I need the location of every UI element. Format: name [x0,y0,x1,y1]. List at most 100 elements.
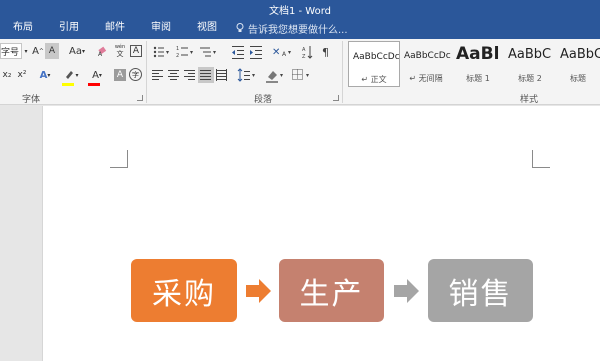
distributed-icon[interactable] [216,69,227,81]
style-no-spacing[interactable]: AaBbCcDc ↵ 无间隔 [400,41,452,87]
svg-text:▾: ▾ [166,49,169,56]
bullets-icon[interactable]: ▾ [153,46,169,58]
numbering-icon[interactable]: 12 ▾ [176,46,193,59]
character-border-button[interactable]: A [130,45,142,57]
shrink-font-label: A [48,46,56,56]
style-sample: AaBbCcDc [353,52,399,62]
character-shading-label: A [116,70,124,80]
align-center-icon[interactable] [168,70,179,80]
document-gutter [0,106,42,361]
clear-formatting-button[interactable]: A [96,43,110,59]
phonetic-char-icon: 文 [116,50,124,58]
tab-references[interactable]: 引用 [46,18,92,38]
svg-text:Z: Z [302,54,306,60]
superscript-button[interactable]: x² [15,67,29,83]
svg-text:▾: ▾ [306,72,309,79]
group-divider [342,41,343,103]
style-sample: AaBl [456,44,500,64]
svg-text:2: 2 [176,53,179,59]
chevron-down-icon: ▾ [81,47,85,55]
font-dialog-launcher-icon[interactable] [137,95,143,101]
eraser-icon: A [98,46,107,57]
chevron-down-icon: ▾ [98,71,102,79]
tab-layout[interactable]: 布局 [0,18,46,38]
svg-text:▾: ▾ [213,49,216,56]
subscript-label: x₂ [2,70,12,80]
svg-text:▾: ▾ [288,49,291,56]
style-name: 标题 1 [466,74,490,83]
tab-mailings[interactable]: 邮件 [92,18,138,38]
borders-icon[interactable]: ▾ [292,69,310,80]
subscript-button[interactable]: x₂ [0,67,14,83]
style-title[interactable]: AaBbC 标题 [556,41,600,87]
tab-view[interactable]: 视图 [184,18,230,38]
justify-pressed-bg [198,67,214,83]
font-size-dropdown-icon[interactable]: ▾ [22,43,30,59]
style-heading-2[interactable]: AaBbC 标题 2 [504,41,556,87]
phonetic-guide-button[interactable]: wén 文 [112,43,128,59]
margin-corner-top-left [110,150,128,168]
paragraph-dialog-launcher-icon[interactable] [333,95,339,101]
style-name: ↵ 无间隔 [409,74,443,83]
tab-review[interactable]: 审阅 [138,18,184,38]
font-color-button[interactable]: A ▾ [86,67,108,83]
chinese-layout-icon[interactable]: ✕ A ▾ [272,47,291,58]
document-page[interactable] [42,106,600,361]
svg-text:▾: ▾ [252,72,255,79]
change-case-label: Aa [69,45,82,57]
text-effects-button[interactable]: A ▾ [36,67,54,83]
font-size-combo[interactable]: 字号 [0,43,22,59]
process-step-1-label: 采购 [152,276,216,312]
style-sample: AaBbC [560,47,600,62]
process-step-2[interactable]: 生产 [279,259,384,322]
shrink-font-button[interactable]: A [45,43,59,59]
font-color-swatch [88,83,100,86]
line-spacing-icon[interactable]: ▾ [237,68,255,82]
text-effects-label: A [39,69,48,81]
svg-text:1: 1 [176,46,179,52]
decrease-indent-icon[interactable] [232,46,244,59]
highlight-color-button[interactable]: ▾ [60,67,82,83]
styles-gallery: AaBbCcDc ↵ 正文 AaBbCcDc ↵ 无间隔 AaBl 标题 1 A… [344,41,600,89]
font-color-label: A [92,69,99,81]
style-sample: AaBbC [508,47,552,62]
sort-icon[interactable]: AZ [302,46,313,60]
svg-text:▾: ▾ [280,72,283,79]
paragraph-row-2-icons: ▾ ▾ ▾ [152,67,310,83]
window-title: 文档1 - Word [268,6,332,17]
show-marks-icon[interactable]: ¶ [322,46,329,59]
multilevel-list-icon[interactable]: ▾ [200,47,216,57]
style-name: 标题 [570,74,586,83]
process-step-3-label: 销售 [448,276,513,312]
chevron-down-icon: ▾ [75,71,79,79]
process-step-3[interactable]: 销售 [428,259,533,322]
tell-me-search[interactable]: 告诉我您想要做什么... [230,21,348,36]
grow-font-label: A [32,45,39,57]
chevron-down-icon: ▾ [47,71,51,79]
style-sample: AaBbCcDc [404,51,451,61]
svg-text:A: A [282,51,287,58]
style-name: ↵ 正文 [361,75,387,84]
styles-group-label: 样式 [520,95,539,105]
style-heading-1[interactable]: AaBl 标题 1 [452,41,504,87]
process-arrow-right-icon [394,279,419,303]
change-case-button[interactable]: Aa ▾ [66,43,88,59]
enclose-characters-label: 字 [132,70,139,79]
character-shading-button[interactable]: A [114,69,126,81]
font-size-value: 字号 [1,47,20,58]
enclose-characters-button[interactable]: 字 [129,68,142,81]
lightbulb-icon [236,23,244,32]
tell-me-placeholder: 告诉我您想要做什么... [248,24,348,36]
process-step-2-label: 生产 [299,276,364,312]
grow-font-button[interactable]: A ^ [31,43,45,59]
group-divider [146,41,147,103]
superscript-label: x² [17,70,27,80]
character-border-label: A [132,46,140,56]
increase-indent-icon[interactable] [250,46,262,59]
process-step-1[interactable]: 采购 [131,259,237,322]
align-right-icon[interactable] [184,70,195,80]
align-left-icon[interactable] [152,70,163,80]
style-normal[interactable]: AaBbCcDc ↵ 正文 [348,41,400,87]
shading-icon[interactable]: ▾ [266,71,283,83]
svg-text:¶: ¶ [322,46,329,59]
